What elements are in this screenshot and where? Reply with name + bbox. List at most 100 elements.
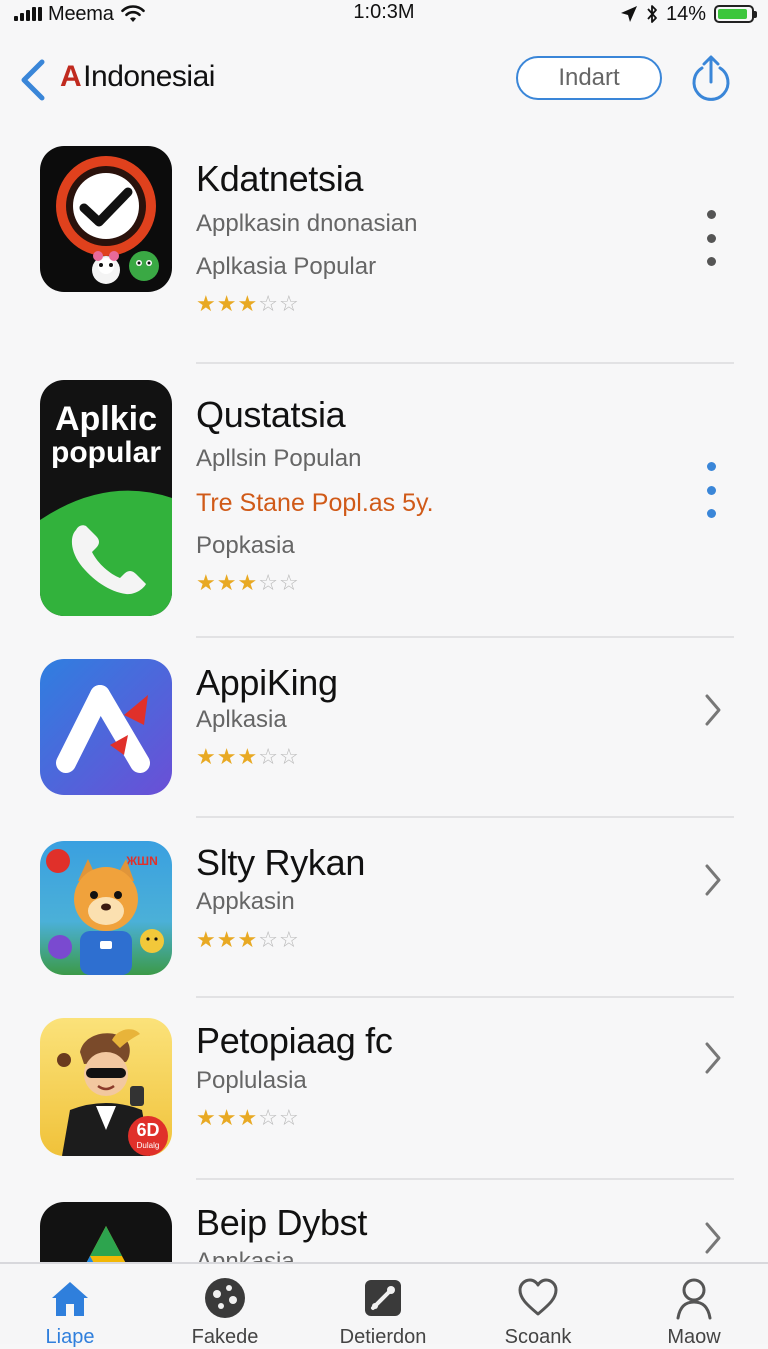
app-name[interactable]: AppiKing xyxy=(196,662,338,704)
list-item[interactable]: AppiKing Aplkasia ★ ★ ★ ☆ ☆ xyxy=(0,656,768,818)
back-button[interactable] xyxy=(14,56,54,104)
star-filled-icon: ★ xyxy=(216,744,237,769)
star-filled-icon: ★ xyxy=(237,744,258,769)
icon-label-line1: 6D xyxy=(136,1120,159,1140)
app-subtitle: Aplkasia xyxy=(196,706,287,733)
install-button[interactable]: Indart xyxy=(516,56,662,100)
status-right: 14% xyxy=(620,0,757,28)
app-icon-qustatsia[interactable]: Aplkic popular xyxy=(40,380,172,616)
dot xyxy=(706,509,716,518)
share-icon[interactable] xyxy=(688,52,734,104)
app-name[interactable]: Kdatnetsia xyxy=(196,158,363,200)
star-empty-icon: ☆ xyxy=(258,744,278,769)
list-item[interactable]: 6D Dulalg Petopiaag fc Poplulasia ★ ★ ★ ☆ ☆ xyxy=(0,1016,768,1180)
icon-label: ЖШN xyxy=(125,854,158,868)
battery-percent: 14% xyxy=(665,2,706,25)
more-options-button[interactable] xyxy=(698,462,724,518)
app-icon-beip-dybst[interactable] xyxy=(40,1202,172,1262)
dot xyxy=(706,462,716,471)
star-filled-icon: ★ xyxy=(237,570,258,595)
dot xyxy=(706,210,716,219)
star-empty-icon: ☆ xyxy=(278,927,299,952)
battery-level xyxy=(718,9,747,19)
app-name[interactable]: Qustatsia xyxy=(196,394,346,436)
star-filled-icon: ★ xyxy=(196,570,216,595)
icon-label-line2: popular xyxy=(51,436,161,469)
app-name[interactable]: Beip Dybst xyxy=(196,1202,367,1244)
star-rating: ★ ★ ★ ☆ ☆ xyxy=(196,928,299,952)
tab-bar: Liape Fakede Detierdon Scoank Maow xyxy=(0,1262,768,1348)
title-text: Indonesiai xyxy=(83,60,215,93)
app-icon-appiking[interactable] xyxy=(40,659,172,795)
tab-favorites[interactable]: Scoank xyxy=(478,1274,598,1348)
chevron-right-icon[interactable] xyxy=(700,1038,726,1078)
app-subtitle: Applkasin dnonasian xyxy=(196,210,418,237)
tab-label: Fakede xyxy=(191,1326,259,1348)
chevron-right-icon[interactable] xyxy=(700,690,726,730)
app-icon-slty-rykan[interactable]: ЖШN xyxy=(40,841,172,975)
app-subtitle: Apnkasia xyxy=(196,1248,295,1262)
star-empty-icon: ☆ xyxy=(258,570,278,595)
list-item[interactable]: Aplkic popular Qustatsia Apllsin Populan… xyxy=(0,380,768,638)
star-filled-icon: ★ xyxy=(196,291,216,316)
star-rating: ★ ★ ★ ☆ ☆ xyxy=(196,1106,299,1130)
star-filled-icon: ★ xyxy=(237,291,258,316)
phone-icon: Aplkic popular xyxy=(40,400,172,616)
app-category: Popkasia xyxy=(196,532,295,559)
tab-label: Scoank xyxy=(504,1326,572,1348)
star-empty-icon: ☆ xyxy=(278,570,299,595)
star-empty-icon: ☆ xyxy=(278,1105,299,1130)
status-bar: Meema 1:0:3M 14% xyxy=(0,0,768,28)
star-filled-icon: ★ xyxy=(216,1105,237,1130)
star-empty-icon: ☆ xyxy=(278,291,299,316)
list-item[interactable]: Beip Dybst Apnkasia xyxy=(0,1198,768,1262)
navigation-bar: AIndonesiai Indart xyxy=(0,48,768,112)
tab-home[interactable]: Liape xyxy=(10,1274,130,1348)
tab-label: Maow xyxy=(667,1326,721,1348)
star-empty-icon: ☆ xyxy=(258,291,278,316)
game-controller-icon xyxy=(205,1278,245,1318)
title-logo-mark: A xyxy=(60,60,82,93)
promo-text: Tre Stane Popl.as 5y. xyxy=(196,489,434,517)
tab-label: Liape xyxy=(45,1326,95,1348)
home-icon xyxy=(52,1282,88,1316)
app-name[interactable]: Petopiaag fc xyxy=(196,1020,393,1062)
app-subtitle: Poplulasia xyxy=(196,1067,307,1094)
dot xyxy=(706,257,716,266)
cartoon-dog-icon: ЖШN xyxy=(46,849,164,975)
star-filled-icon: ★ xyxy=(216,291,237,316)
more-options-button[interactable] xyxy=(698,210,724,266)
tab-apps[interactable]: Detierdon xyxy=(323,1274,443,1348)
a-logo-icon xyxy=(56,685,150,773)
list-item[interactable]: Kdatnetsia Applkasin dnonasian Aplkasia … xyxy=(0,146,768,366)
tab-games[interactable]: Fakede xyxy=(165,1274,285,1348)
checkmark-badge-icon xyxy=(56,156,159,284)
divider xyxy=(196,1178,734,1180)
cartoon-character-icon: 6D Dulalg xyxy=(57,1029,168,1156)
star-rating: ★ ★ ★ ☆ ☆ xyxy=(196,292,299,316)
apps-icon xyxy=(365,1280,401,1316)
bluetooth-icon xyxy=(647,5,657,23)
app-name[interactable]: Slty Rykan xyxy=(196,842,365,884)
divider xyxy=(196,636,734,638)
star-rating: ★ ★ ★ ☆ ☆ xyxy=(196,571,299,595)
list-item[interactable]: ЖШN Slty Rykan Appkasin ★ ★ ★ ☆ ☆ xyxy=(0,838,768,998)
app-icon-kdatnetsia[interactable] xyxy=(40,146,172,292)
divider xyxy=(196,816,734,818)
dot xyxy=(706,485,716,495)
page-title: AIndonesiai xyxy=(60,60,215,94)
dot xyxy=(706,233,716,243)
chevron-right-icon[interactable] xyxy=(700,1218,726,1258)
chevron-right-icon[interactable] xyxy=(700,860,726,900)
star-empty-icon: ☆ xyxy=(278,744,299,769)
star-filled-icon: ★ xyxy=(196,927,216,952)
triangle-logo-icon xyxy=(86,1226,126,1262)
tab-profile[interactable]: Maow xyxy=(634,1274,754,1348)
divider xyxy=(196,362,734,364)
app-icon-petopiaag[interactable]: 6D Dulalg xyxy=(40,1018,172,1156)
star-filled-icon: ★ xyxy=(216,927,237,952)
star-empty-icon: ☆ xyxy=(258,1105,278,1130)
star-empty-icon: ☆ xyxy=(258,927,278,952)
battery-icon xyxy=(714,5,757,23)
person-icon xyxy=(676,1278,712,1320)
